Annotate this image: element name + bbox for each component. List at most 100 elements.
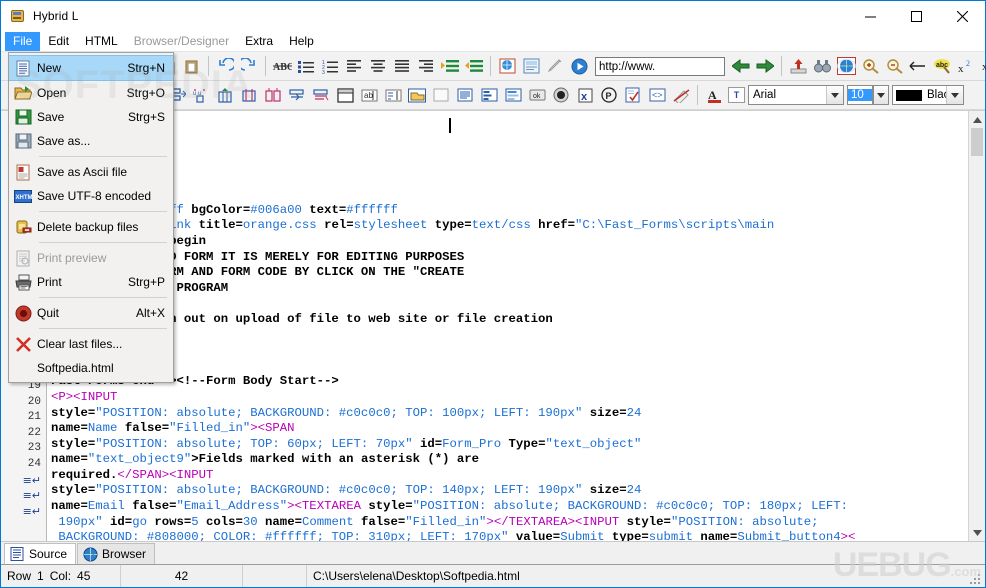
- abc-highlight-icon[interactable]: abc: [930, 54, 954, 78]
- numbered-list-icon[interactable]: 123: [318, 54, 342, 78]
- code-icon[interactable]: <>: [645, 83, 669, 107]
- insert-page-icon[interactable]: [519, 54, 543, 78]
- svg-text:ABC: ABC: [273, 62, 292, 73]
- source-code-text[interactable]: st Forms form">rms</TITLE> 000ff link=#0…: [47, 111, 968, 541]
- checkbox-x-icon[interactable]: x: [573, 83, 597, 107]
- eraser-icon[interactable]: [669, 83, 693, 107]
- blank-icon[interactable]: [429, 83, 453, 107]
- indent-increase-icon[interactable]: [438, 54, 462, 78]
- scroll-down-button[interactable]: [969, 524, 985, 541]
- close-button[interactable]: [939, 1, 985, 31]
- paragraph-icon[interactable]: [453, 83, 477, 107]
- back-arrow-icon[interactable]: [729, 54, 753, 78]
- menu-html[interactable]: HTML: [77, 32, 126, 51]
- file-menu-item-save-as[interactable]: Save as...: [9, 129, 173, 153]
- url-input[interactable]: http://www.: [595, 56, 725, 76]
- tab-browser[interactable]: Browser: [77, 543, 156, 564]
- table-row-icon[interactable]: u u: [189, 83, 213, 107]
- forward-arrow-icon[interactable]: [753, 54, 777, 78]
- file-menu-item-print-preview[interactable]: Print preview: [9, 246, 173, 270]
- file-menu-item-softpedia-html[interactable]: Softpedia.html: [9, 356, 173, 380]
- align-left-icon[interactable]: [342, 54, 366, 78]
- radio-icon[interactable]: [549, 83, 573, 107]
- file-menu-item-open[interactable]: Open Strg+O: [9, 81, 173, 105]
- checkmark-box-icon[interactable]: [621, 83, 645, 107]
- file-menu-item-new[interactable]: New Strg+N: [9, 55, 173, 81]
- line-number: ≡↵: [1, 488, 46, 504]
- bullet-list-icon[interactable]: [294, 54, 318, 78]
- menu-edit[interactable]: Edit: [40, 32, 77, 51]
- font-size-chevron-down-icon[interactable]: [873, 85, 889, 105]
- align-justify-icon[interactable]: [390, 54, 414, 78]
- tab-browser-label: Browser: [102, 547, 147, 561]
- menu-item-shortcut: Strg+P: [127, 275, 165, 289]
- table-merge-icon[interactable]: [285, 83, 309, 107]
- spellcheck-abc-icon[interactable]: ABC: [270, 54, 294, 78]
- file-menu-item-save[interactable]: Save Strg+S: [9, 105, 173, 129]
- font-color-chevron-down-icon[interactable]: [946, 86, 963, 104]
- paste-icon[interactable]: [180, 54, 204, 78]
- code-token: submit: [648, 530, 694, 541]
- chevron-down-icon[interactable]: [826, 86, 843, 104]
- ok-button-icon[interactable]: ok: [525, 83, 549, 107]
- align-center-icon[interactable]: [366, 54, 390, 78]
- globe-icon[interactable]: [834, 54, 858, 78]
- file-menu-item-delete-backup-files[interactable]: Delete backup files: [9, 215, 173, 239]
- table-split-icon[interactable]: [261, 83, 285, 107]
- align-right-icon[interactable]: [414, 54, 438, 78]
- scrollbar-thumb[interactable]: [971, 128, 983, 156]
- font-size-select[interactable]: 10: [847, 85, 873, 105]
- undo-icon[interactable]: [213, 54, 237, 78]
- font-color-a-icon[interactable]: A: [702, 83, 726, 107]
- tab-source[interactable]: Source: [4, 543, 77, 564]
- code-token: title=: [191, 218, 243, 233]
- minimize-button[interactable]: [847, 1, 893, 31]
- zoom-out-icon[interactable]: [882, 54, 906, 78]
- table-cell-icon[interactable]: [237, 83, 261, 107]
- code-token: stylesheet: [353, 218, 428, 233]
- code-line: style="POSITION: absolute; TOP: 60px; LE…: [51, 437, 968, 453]
- menu-item-label: New: [37, 61, 62, 75]
- menu-help[interactable]: Help: [281, 32, 322, 51]
- indent-decrease-icon[interactable]: [462, 54, 486, 78]
- insert-image-icon[interactable]: [495, 54, 519, 78]
- textarea-icon[interactable]: [381, 83, 405, 107]
- file-menu-item-clear-last-files[interactable]: Clear last files...: [9, 332, 173, 356]
- font-color-select[interactable]: Black: [892, 85, 964, 105]
- menu-extra[interactable]: Extra: [237, 32, 281, 51]
- scrollbar-track[interactable]: [969, 128, 985, 524]
- file-menu-item-quit[interactable]: Quit Alt+X: [9, 301, 173, 325]
- svg-text:x: x: [982, 61, 986, 73]
- no-icon: [9, 356, 37, 380]
- superscript-icon[interactable]: x2: [954, 54, 978, 78]
- play-icon[interactable]: [567, 54, 591, 78]
- line-number: 22: [27, 426, 41, 439]
- binoculars-icon[interactable]: [810, 54, 834, 78]
- table-delete-icon[interactable]: [309, 83, 333, 107]
- file-menu-item-save-utf-8-encoded[interactable]: XHTML Save UTF-8 encoded: [9, 184, 173, 208]
- file-menu-item-print[interactable]: Print Strg+P: [9, 270, 173, 294]
- resize-grip[interactable]: [964, 568, 980, 584]
- zoom-in-icon[interactable]: [858, 54, 882, 78]
- textbox-icon[interactable]: ab: [357, 83, 381, 107]
- pencil-icon[interactable]: [543, 54, 567, 78]
- redo-icon[interactable]: [237, 54, 261, 78]
- upload-icon[interactable]: [786, 54, 810, 78]
- menu-file[interactable]: File: [5, 31, 41, 51]
- code-token: 5: [191, 514, 199, 529]
- font-family-select[interactable]: Arial: [748, 85, 844, 105]
- table-column-icon[interactable]: [213, 83, 237, 107]
- scroll-up-button[interactable]: [969, 111, 985, 128]
- frame-icon[interactable]: [333, 83, 357, 107]
- file-menu-item-save-as-ascii-file[interactable]: Save as Ascii file: [9, 160, 173, 184]
- menu-item-label: Save as...: [37, 134, 91, 148]
- menu-browser-designer[interactable]: Browser/Designer: [126, 32, 237, 51]
- line-break-icon[interactable]: [906, 54, 930, 78]
- subscript-icon[interactable]: x2: [978, 54, 986, 78]
- folder-open-icon[interactable]: [405, 83, 429, 107]
- maximize-button[interactable]: [893, 1, 939, 31]
- listbox-icon[interactable]: [477, 83, 501, 107]
- vertical-scrollbar[interactable]: [968, 111, 985, 541]
- password-icon[interactable]: P: [597, 83, 621, 107]
- select-icon[interactable]: [501, 83, 525, 107]
